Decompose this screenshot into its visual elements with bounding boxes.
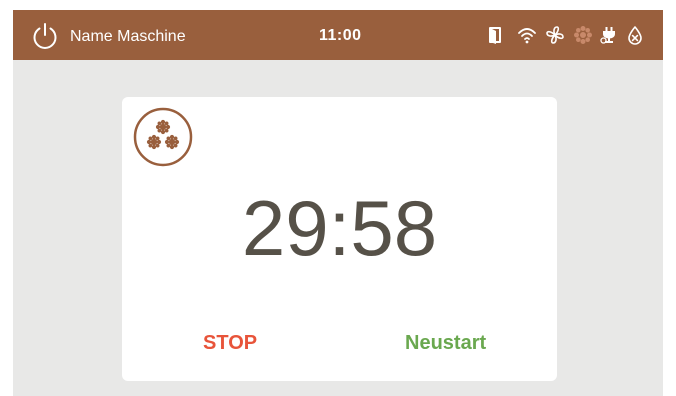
countdown-timer: 29:58 <box>241 184 438 272</box>
device-screen: Name Maschine 11:00 29:58 STOP Neustart <box>13 10 663 396</box>
rotor-icon <box>574 26 592 44</box>
triple-cluster-icon[interactable] <box>133 107 193 167</box>
door-icon <box>489 27 501 44</box>
timer-card: 29:58 STOP Neustart <box>122 97 557 381</box>
wifi-icon <box>518 28 536 44</box>
top-bar: Name Maschine 11:00 <box>13 10 663 60</box>
clock: 11:00 <box>319 27 362 44</box>
machine-name: Name Maschine <box>70 28 186 45</box>
power-icon[interactable] <box>30 21 60 51</box>
water-off-icon <box>628 26 642 45</box>
plug-icon <box>600 27 615 44</box>
stop-button[interactable]: STOP <box>203 331 257 355</box>
fan-icon <box>546 26 564 44</box>
restart-button[interactable]: Neustart <box>405 331 486 355</box>
